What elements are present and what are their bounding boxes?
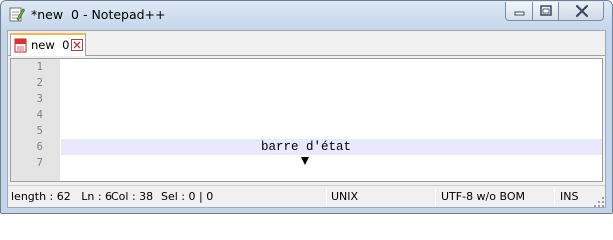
status-insert-mode[interactable]: INS	[560, 188, 578, 206]
status-eol-format[interactable]: UNIX	[331, 188, 358, 206]
line-number: 2	[36, 77, 43, 89]
tab-label: new 0	[31, 38, 70, 52]
line-number: 3	[36, 93, 43, 105]
gutter-divider	[59, 59, 60, 181]
minimize-button[interactable]	[505, 2, 532, 21]
line-number: 5	[36, 125, 43, 137]
resize-grip-icon[interactable]	[593, 196, 605, 208]
unsaved-file-icon	[14, 38, 28, 53]
tab-new-0[interactable]: new 0	[10, 33, 86, 56]
window-title: *new 0 - Notepad++	[31, 7, 166, 22]
line-number: 7	[36, 157, 43, 169]
status-encoding[interactable]: UTF-8 w/o BOM	[441, 188, 525, 206]
line-number: 1	[36, 61, 43, 73]
line-number: 4	[36, 109, 43, 121]
line-number-gutter: 1 2 3 4 5 6 7	[11, 59, 59, 181]
status-length-line: length : 62 Ln : 6	[11, 190, 113, 203]
title-bar[interactable]: *new 0 - Notepad++	[1, 1, 612, 29]
down-arrow-icon	[301, 157, 309, 165]
tab-strip: new 0	[8, 31, 605, 56]
editor-area[interactable]: 1 2 3 4 5 6 7 barre d'état	[10, 58, 603, 182]
tab-close-icon[interactable]	[71, 39, 83, 51]
status-selection: Sel : 0 | 0	[161, 190, 214, 203]
status-column: Col : 38	[111, 190, 154, 203]
client-area: new 0 1 2 3 4 5 6 7 barre d'état length …	[7, 30, 606, 208]
editor-text-line[interactable]: barre d'état	[261, 139, 351, 155]
notepadpp-window: *new 0 - Notepad++ new 0 1 2 3 4 5 6 7 b…	[0, 0, 613, 214]
status-bar: length : 62 Ln : 6 Col : 38 Sel : 0 | 0 …	[8, 185, 605, 207]
status-separator	[435, 188, 436, 206]
notepadpp-app-icon[interactable]	[8, 6, 26, 23]
close-window-button[interactable]	[558, 2, 604, 21]
line-number: 6	[36, 141, 43, 153]
maximize-button[interactable]	[532, 2, 558, 21]
status-separator	[554, 188, 555, 206]
status-separator	[326, 188, 327, 206]
